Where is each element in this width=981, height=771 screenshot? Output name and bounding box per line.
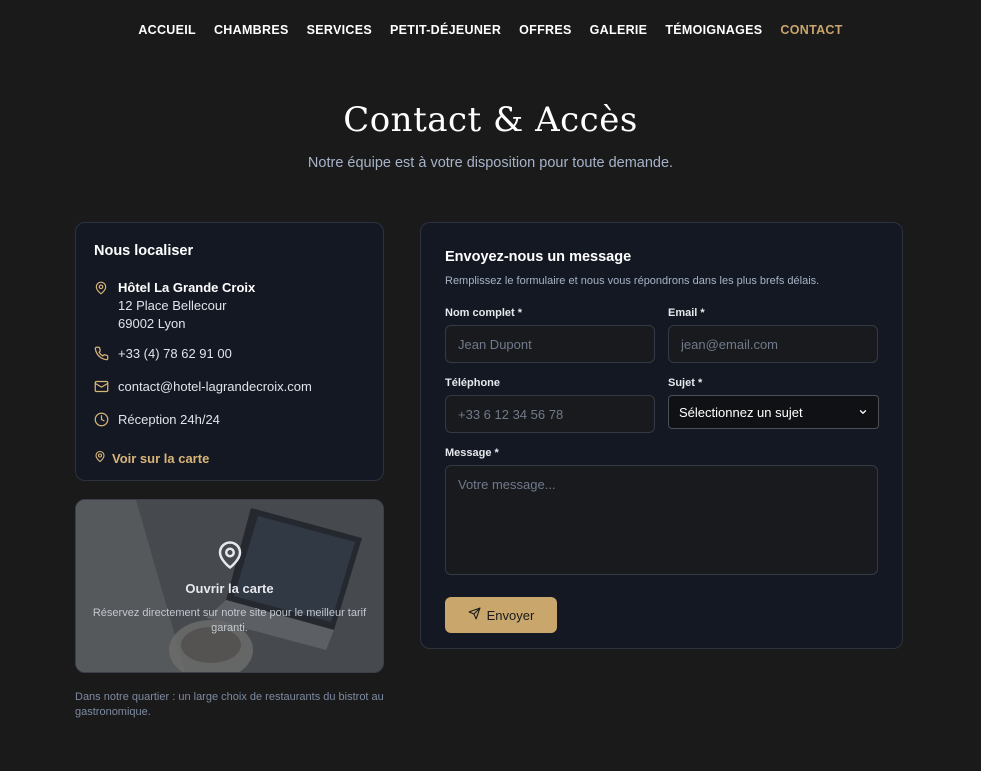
- subject-field-group: Sujet * Sélectionnez un sujet: [668, 377, 879, 433]
- form-row-1: Nom complet * Email *: [445, 307, 878, 363]
- form-heading: Envoyez-nous un message: [445, 249, 632, 265]
- chevron-down-icon: [858, 405, 868, 420]
- neighborhood-note: Dans notre quartier : un large choix de …: [75, 691, 384, 718]
- nav-item-galerie[interactable]: GALERIE: [590, 23, 648, 37]
- address-text: Hôtel La Grande Croix 12 Place Bellecour…: [118, 279, 255, 333]
- phone-number[interactable]: +33 (4) 78 62 91 00: [118, 345, 232, 363]
- form-intro: Remplissez le formulaire et nous vous ré…: [445, 275, 820, 287]
- nav-item-contact[interactable]: CONTACT: [780, 23, 842, 37]
- phone-label: Téléphone: [445, 377, 501, 389]
- reception-row: Réception 24h/24: [94, 411, 365, 432]
- mail-icon: [94, 378, 118, 399]
- email-field-group: Email *: [668, 307, 878, 363]
- address-line1: 12 Place Bellecour: [118, 298, 227, 313]
- phone-row: +33 (4) 78 62 91 00: [94, 345, 365, 366]
- address-line2: 69002 Lyon: [118, 316, 186, 331]
- email-label: Email *: [668, 307, 705, 319]
- nav-item-chambres[interactable]: CHAMBRES: [214, 23, 289, 37]
- form-row-2: Téléphone Sujet * Sélectionnez un sujet: [445, 377, 879, 433]
- send-button[interactable]: Envoyer: [445, 597, 557, 633]
- clock-icon: [94, 411, 118, 432]
- subject-select-value: Sélectionnez un sujet: [679, 404, 803, 420]
- reception-hours: Réception 24h/24: [118, 412, 220, 427]
- location-heading: Nous localiser: [94, 243, 194, 259]
- hotel-name: Hôtel La Grande Croix: [118, 280, 256, 295]
- map-pin-icon: [94, 279, 118, 301]
- phone-input[interactable]: [445, 395, 655, 433]
- subject-select[interactable]: Sélectionnez un sujet: [668, 395, 879, 429]
- map-center-content: Ouvrir la carte Réservez directement sur…: [76, 538, 383, 636]
- email-row: contact@hotel-lagrandecroix.com: [94, 378, 365, 399]
- map-description: Réservez directement sur notre site pour…: [92, 607, 367, 634]
- main-nav: ACCUEIL CHAMBRES SERVICES PETIT-DÉJEUNER…: [0, 0, 981, 60]
- contact-form-card: Envoyez-nous un message Remplissez le fo…: [420, 222, 903, 649]
- message-textarea[interactable]: [445, 465, 878, 575]
- view-map-link[interactable]: Voir sur la carte: [94, 450, 365, 466]
- open-map-label: Ouvrir la carte: [185, 581, 274, 596]
- email-input[interactable]: [668, 325, 878, 363]
- open-map-card[interactable]: Ouvrir la carte Réservez directement sur…: [75, 499, 384, 673]
- subject-label: Sujet *: [668, 377, 703, 389]
- phone-field-group: Téléphone: [445, 377, 655, 433]
- nav-item-offres[interactable]: OFFRES: [519, 23, 572, 37]
- nav-item-temoignages[interactable]: TÉMOIGNAGES: [665, 23, 762, 37]
- message-field-group: Message *: [445, 447, 878, 580]
- send-button-label: Envoyer: [486, 607, 535, 623]
- map-pin-icon: [94, 450, 106, 466]
- address-row: Hôtel La Grande Croix 12 Place Bellecour…: [94, 279, 365, 333]
- message-label: Message *: [445, 447, 499, 459]
- email-address[interactable]: contact@hotel-lagrandecroix.com: [118, 378, 312, 396]
- phone-icon: [94, 345, 118, 366]
- nav-item-accueil[interactable]: ACCUEIL: [138, 23, 196, 37]
- nav-item-petit-dejeuner[interactable]: PETIT-DÉJEUNER: [390, 23, 501, 37]
- name-input[interactable]: [445, 325, 655, 363]
- location-card: Nous localiser Hôtel La Grande Croix 12 …: [75, 222, 384, 481]
- map-pin-icon: [215, 541, 245, 576]
- view-map-label: Voir sur la carte: [112, 450, 210, 466]
- page-title: Contact & Accès: [343, 100, 638, 140]
- name-label: Nom complet *: [445, 307, 523, 319]
- name-field-group: Nom complet *: [445, 307, 655, 363]
- nav-item-services[interactable]: SERVICES: [307, 23, 372, 37]
- send-icon: [468, 607, 481, 623]
- page-subtitle: Notre équipe est à votre disposition pou…: [307, 155, 674, 171]
